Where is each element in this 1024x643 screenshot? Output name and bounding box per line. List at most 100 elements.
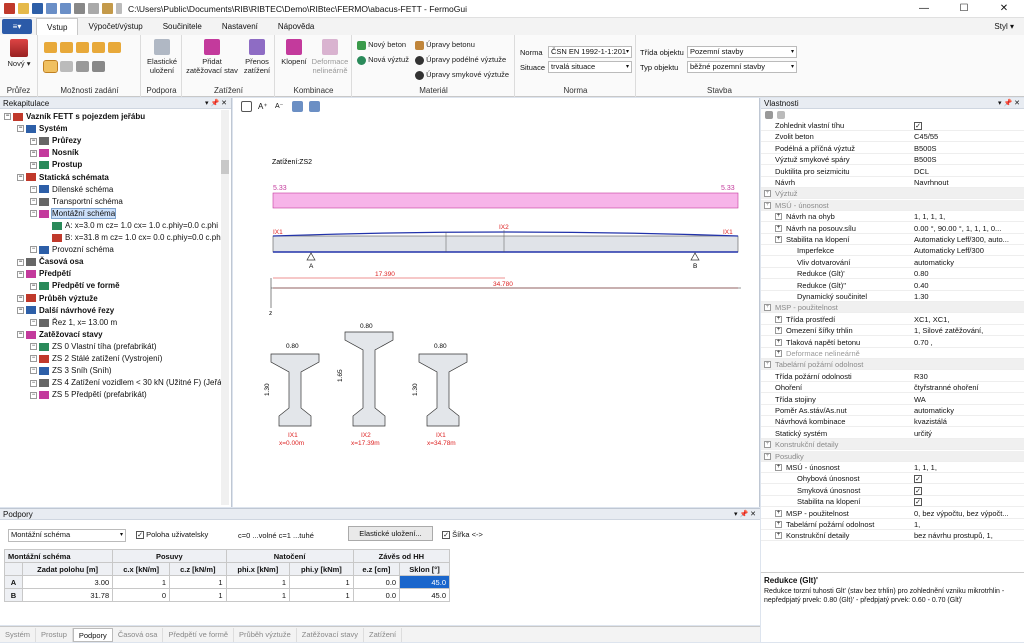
property-row[interactable]: Statický systém určitý [761,428,1024,439]
tab-system[interactable]: Systém [0,627,37,642]
cell[interactable]: 1 [225,575,291,589]
property-row[interactable]: Ohoření čtyřstranné ohoření [761,382,1024,394]
property-row[interactable]: Vliv dotvarování automaticky [761,257,1024,268]
property-value[interactable]: C45/55 [914,131,1022,142]
property-expander-icon[interactable]: + [775,213,782,221]
properties-pin-icon[interactable]: ▾ 📌 ✕ [998,98,1020,109]
property-row[interactable]: Konstrukční detaily + bez návrhu prostupů,… [761,530,1024,542]
property-value[interactable]: 0.70 , [914,337,1022,348]
property-checkbox-icon[interactable]: ✓ [914,486,922,495]
width-checkbox[interactable]: ✓ Šířka <-> [442,530,483,540]
property-row[interactable]: Výztuž smykové spáry B500S [761,154,1024,166]
property-value[interactable]: ✓ [914,496,1022,507]
tree-item[interactable]: − Dílenské schéma [30,184,113,196]
property-value[interactable]: kvazistálá [914,416,1022,427]
tab-napoveda[interactable]: Nápověda [268,18,324,35]
tree-item[interactable]: − Montážní schéma [30,207,117,220]
property-row[interactable]: Imperfekce Automaticky Leff/300 [761,245,1024,257]
tree-item[interactable]: A: x=3.0 m cz= 1.0 cx= 1.0 c.phiy=0.0 c.… [43,220,218,232]
cell[interactable]: 1 [169,588,227,602]
tree-expander-icon[interactable]: − [30,161,37,169]
tree-item[interactable]: − Další návrhové řezy [17,305,114,317]
new-concrete-button[interactable]: Nový beton [357,40,406,50]
edit-longrebar-button[interactable]: Úpravy podélné výztuže [415,55,506,65]
tree-expander-icon[interactable]: − [30,137,37,145]
tree-expander-icon[interactable]: − [30,149,37,157]
tree-item[interactable]: − Zatěžovací stavy [17,329,103,341]
tree-item[interactable]: − Předpětí ve formě [30,280,120,292]
option-icon-2[interactable] [60,42,73,53]
load-transfer-button[interactable]: Přenos zatížení [241,39,273,75]
property-expander-icon[interactable]: + [775,327,782,335]
tree-item[interactable]: − Transportní schéma [30,196,123,208]
cell[interactable]: 0 [112,588,171,602]
property-expander-icon[interactable]: + [775,464,782,471]
tree-item[interactable]: − Prostup [30,159,82,171]
property-row[interactable]: MSP - použitelnost +0, bez výpočtu, bez v… [761,508,1024,519]
deformace-button[interactable]: Deformace nelineárně [310,39,350,75]
property-row[interactable]: Návrh na posouv.sílu +0.00 °, 90.00 °, 1,… [761,223,1024,234]
sort-category-icon[interactable] [765,110,773,119]
property-value[interactable]: ✓ [914,120,1022,131]
property-expander-icon[interactable]: + [764,361,771,369]
property-value[interactable]: čtyřstranné ohoření [914,382,1022,393]
property-value[interactable]: bez návrhu prostupů, 1, [914,530,1022,541]
property-row[interactable]: Ohybová únosnost ✓ [761,473,1024,485]
property-expander-icon[interactable]: + [775,509,782,517]
cell[interactable]: 1 [289,575,354,589]
tree-item[interactable]: − Vazník FETT s pojezdem jeřábu [4,111,145,123]
property-value[interactable]: určitý [914,428,1022,439]
option-icon-9[interactable] [92,61,105,72]
tree-expander-icon[interactable]: − [17,270,24,278]
style-menu[interactable]: Styl ▾ [984,18,1024,35]
option-icon-5[interactable] [108,42,121,53]
property-expander-icon[interactable]: + [775,350,782,357]
property-value[interactable]: WA [914,394,1022,405]
cell[interactable]: 0.0 [352,588,401,602]
add-loadcase-button[interactable]: Přidat zatěžovací stav [185,39,239,75]
tree-item[interactable]: − Nosník [30,147,79,159]
cell[interactable]: 1 [169,575,227,589]
tab-casova-osa[interactable]: Časová osa [113,627,164,642]
save-icon[interactable] [32,3,43,14]
property-checkbox-icon[interactable]: ✓ [914,498,922,507]
tree-item[interactable]: − ZS 5 Předpětí (prefabrikát) [30,389,147,401]
tree-expander-icon[interactable]: − [30,343,37,351]
property-row[interactable]: Stabilita na klopení + Automaticky Leff/30… [761,234,1024,245]
property-row[interactable]: Tabelární požární odolnost +1, [761,519,1024,530]
tree-expander-icon[interactable]: − [30,319,37,327]
graphic-view[interactable]: A⁺ A⁻ Zatížení:ZS2 5.33 5.33 IX1 IX2 IX1… [233,98,760,507]
supports-pin-icon[interactable]: ▾ 📌 ✕ [734,509,756,520]
trida-select[interactable]: Pozemní stavby ▾ [687,46,797,58]
property-row[interactable]: Redukce (Glt)' 0.80 [761,268,1024,280]
cell[interactable]: 3.00 [21,575,114,589]
tree-item[interactable]: − Systém [17,123,67,135]
property-row[interactable]: Omezení šířky trhlin +1, Silové zatěžován… [761,325,1024,337]
norma-select[interactable]: ČSN EN 1992-1-1:201 ▾ [548,46,632,58]
property-value[interactable]: B500S [914,154,1022,165]
new-rebar-button[interactable]: Nová výztuž [357,55,409,65]
option-icon-7[interactable] [60,61,73,72]
tree-item[interactable]: B: x=31.8 m cz= 1.0 cx= 0.0 c.phiy=0.0 c… [43,232,222,244]
property-value[interactable]: DCL [914,166,1022,177]
tree-expander-icon[interactable]: − [17,331,24,339]
user-position-checkbox[interactable]: ✓ Poloha uživatelsky [136,530,208,540]
tab-zatezovaci-stavy[interactable]: Zatěžovací stavy [297,627,365,642]
property-value[interactable]: 1, Silové zatěžování, [914,325,1022,336]
property-value[interactable]: ✓ [914,485,1022,496]
tree-item[interactable]: − ZS 2 Stálé zatížení (Vystrojení) [30,353,162,365]
property-row[interactable]: Návrh Navrhnout [761,177,1024,188]
property-expander-icon[interactable]: + [764,441,771,449]
property-row[interactable]: Poměr As.stáv/As.nut automaticky [761,405,1024,416]
property-row[interactable]: Zohlednit vlastní tíhu ✓ [761,120,1024,131]
property-category[interactable]: Konstrukční detaily + [761,439,1024,451]
table-row[interactable]: B 31.78 0 1 1 1 0.0 45.0 [4,588,450,602]
cell[interactable]: 31.78 [21,588,114,602]
property-category[interactable]: MSÚ - únosnost + [761,199,1024,211]
property-row[interactable]: Redukce (Glt)'' 0.40 [761,280,1024,291]
property-value[interactable]: 0.80 [914,268,1022,279]
cell[interactable]: 0.0 [352,575,401,589]
pin-icon[interactable]: ▾ 📌 ✕ [205,98,227,109]
tab-vstup[interactable]: Vstup [36,18,79,35]
property-value[interactable]: automaticky [914,405,1022,416]
